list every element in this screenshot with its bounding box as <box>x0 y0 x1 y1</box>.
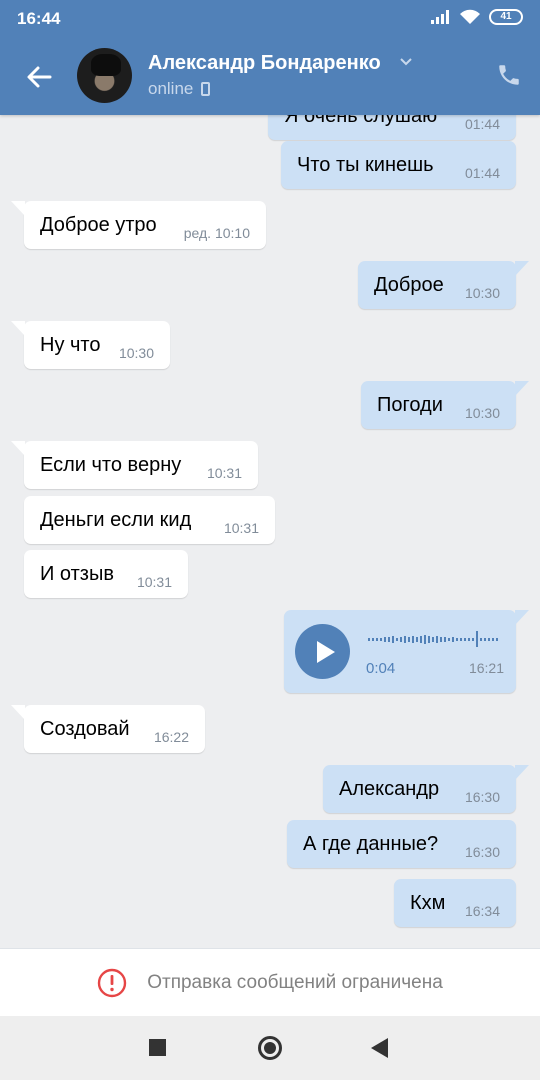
message-outgoing[interactable]: Погоди 10:30 <box>361 381 529 429</box>
message-time: 10:30 <box>118 345 154 361</box>
message-outgoing[interactable]: Что ты кинешь 01:44 <box>281 141 516 189</box>
message-text: Александр <box>339 777 440 800</box>
battery-icon: 41 <box>489 9 523 25</box>
message-incoming[interactable]: Доброе утро ред. 10:10 <box>11 201 266 249</box>
message-time: 10:30 <box>464 285 500 301</box>
message-time: 10:30 <box>464 405 500 421</box>
voice-duration: 0:04 <box>366 660 396 677</box>
mobile-phone-icon <box>201 82 211 96</box>
status-bar: 16:44 41 <box>0 0 540 38</box>
message-text: Ну что <box>40 333 101 356</box>
message-text: Я очень слушаю <box>284 115 438 127</box>
phone-call-icon[interactable] <box>496 62 522 88</box>
message-time: 10:31 <box>206 465 242 481</box>
message-time: 01:44 <box>464 116 500 132</box>
status-time: 16:44 <box>17 9 61 28</box>
voice-message[interactable]: 0:04 16:21 <box>284 610 529 693</box>
home-icon[interactable] <box>258 1036 282 1060</box>
message-time: 16:34 <box>464 903 500 919</box>
message-outgoing[interactable]: Кхм 16:34 <box>394 879 516 927</box>
alert-icon <box>98 968 127 997</box>
message-text: И отзыв <box>40 562 114 585</box>
battery-level: 41 <box>500 11 512 22</box>
message-incoming[interactable]: И отзыв 10:31 <box>24 550 188 598</box>
message-time: 01:44 <box>464 165 500 181</box>
message-text: А где данные? <box>303 832 439 855</box>
message-text: Что ты кинешь <box>297 153 434 176</box>
status-icons: 41 <box>431 9 523 25</box>
play-icon[interactable] <box>295 624 350 679</box>
message-outgoing[interactable]: А где данные? 16:30 <box>287 820 516 868</box>
message-text: Погоди <box>377 393 443 416</box>
voice-waveform[interactable] <box>368 628 502 650</box>
system-nav-bar <box>0 1016 540 1080</box>
messaging-restricted-banner: Отправка сообщений ограничена <box>0 948 540 1016</box>
message-time: 10:31 <box>136 574 172 590</box>
message-time: 10:31 <box>223 520 259 536</box>
message-outgoing[interactable]: Доброе 10:30 <box>358 261 529 309</box>
message-list[interactable]: Я очень слушаю 01:44 Что ты кинешь 01:44… <box>0 115 540 948</box>
message-outgoing[interactable]: Александр 16:30 <box>323 765 529 813</box>
message-incoming[interactable]: Если что верну 10:31 <box>11 441 258 489</box>
wifi-icon <box>460 9 480 24</box>
back-arrow-icon[interactable] <box>22 60 56 94</box>
contact-name[interactable]: Александр Бондаренко <box>148 52 381 75</box>
message-text: Если что верну <box>40 453 182 476</box>
message-text: Доброе <box>374 273 444 296</box>
online-status: online <box>148 79 194 98</box>
message-text: Кхм <box>410 891 446 914</box>
message-incoming[interactable]: Создовай 16:22 <box>11 705 205 753</box>
avatar[interactable] <box>77 48 132 103</box>
message-text: Деньги если кид <box>40 508 192 531</box>
system-back-icon[interactable] <box>371 1038 388 1058</box>
message-time: 16:30 <box>464 844 500 860</box>
message-time: ред. 10:10 <box>183 225 250 241</box>
contact-status: online <box>148 79 211 99</box>
message-incoming[interactable]: Ну что 10:30 <box>11 321 170 369</box>
chat-header: 16:44 41 Александр Бондаренко online <box>0 0 540 115</box>
message-text: Доброе утро <box>40 213 157 236</box>
restricted-text: Отправка сообщений ограничена <box>147 971 443 993</box>
message-time: 16:30 <box>464 789 500 805</box>
signal-icon <box>431 10 449 24</box>
message-incoming[interactable]: Деньги если кид 10:31 <box>24 496 275 544</box>
message-text: Создовай <box>40 717 130 740</box>
message-outgoing[interactable]: Я очень слушаю 01:44 <box>268 115 516 140</box>
message-time: 16:21 <box>468 660 504 676</box>
recent-apps-icon[interactable] <box>149 1039 166 1056</box>
message-time: 16:22 <box>153 729 189 745</box>
chevron-down-icon[interactable] <box>399 57 413 67</box>
